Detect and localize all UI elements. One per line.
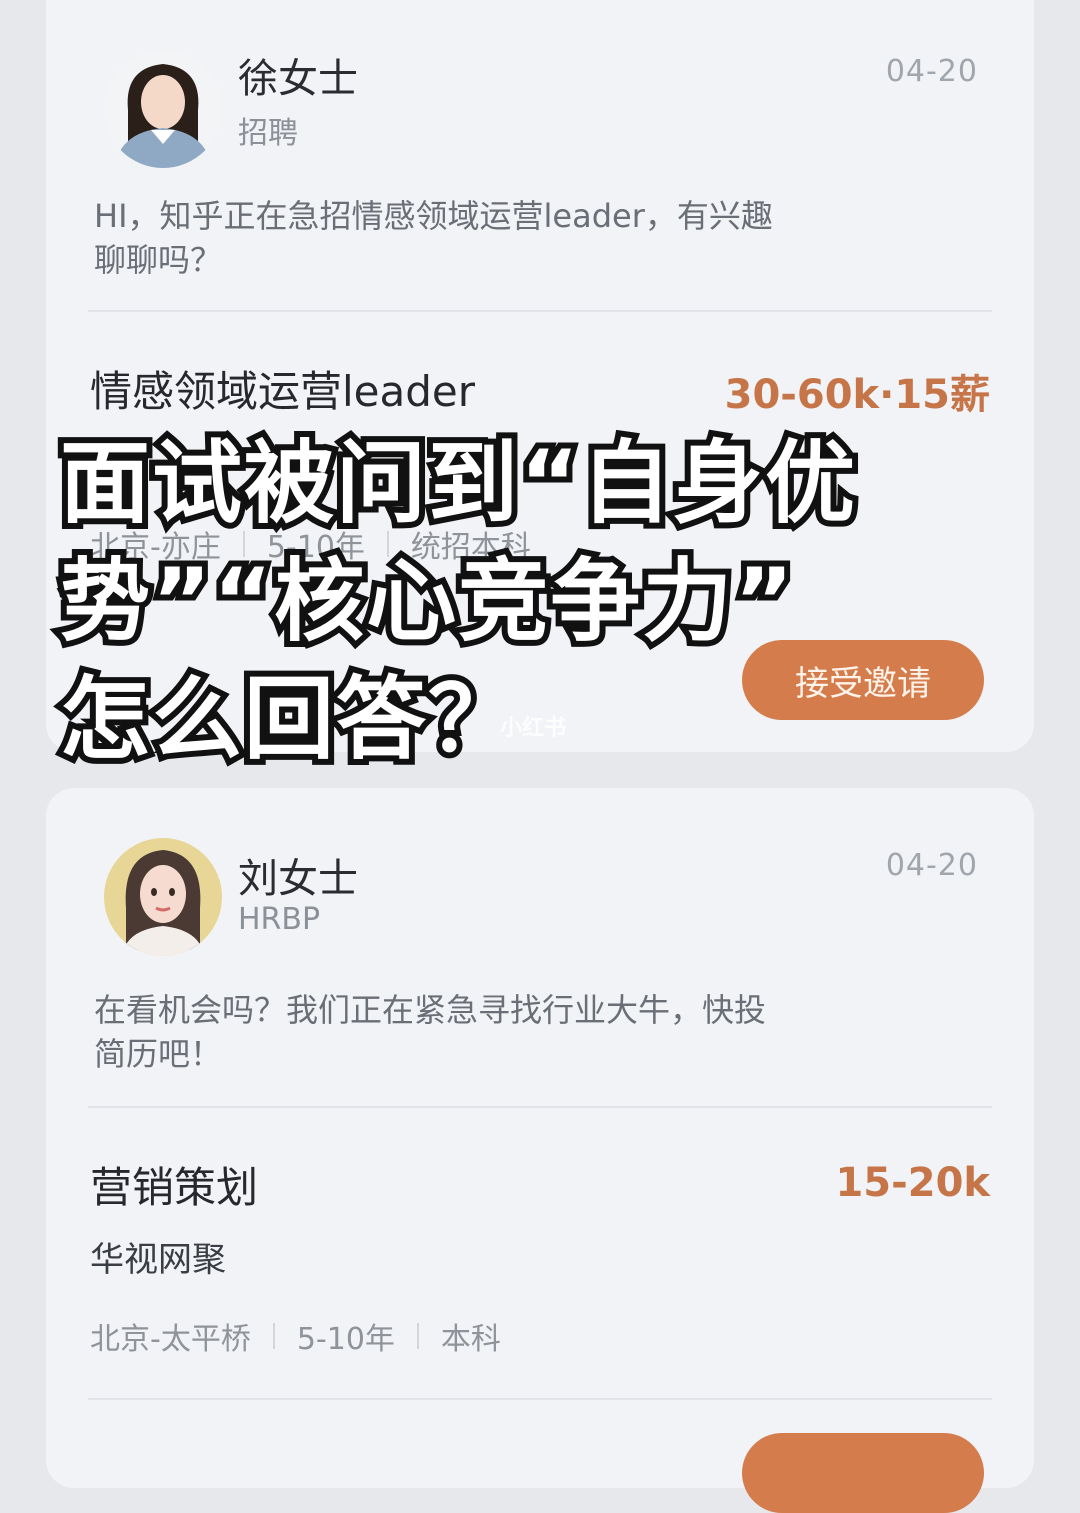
avatar-illustration-icon: [104, 838, 222, 956]
meta-separator: [416, 1323, 419, 1349]
job-education: 本科: [440, 1322, 501, 1357]
divider: [88, 310, 992, 312]
caption-line: 面试被问到“自身优: [54, 425, 861, 542]
invitation-message: 在看机会吗？我们正在紧急寻找行业大牛，快投 简历吧！: [94, 988, 874, 1076]
job-location: 北京-太平桥: [90, 1322, 251, 1357]
message-line: 聊聊吗？: [94, 241, 223, 279]
job-experience: 5-10年: [296, 1322, 395, 1357]
recruiter-role: 招聘: [238, 116, 298, 151]
job-meta: 北京-太平桥 5-10年 本科: [90, 1314, 501, 1358]
divider: [88, 1398, 992, 1400]
invitation-card-2[interactable]: 刘女士 HRBP 04-20 在看机会吗？我们正在紧急寻找行业大牛，快投 简历吧…: [46, 788, 1034, 1513]
company-name: 华视网聚: [90, 1240, 226, 1280]
message-date: 04-20: [885, 848, 978, 883]
recruiter-avatar[interactable]: [104, 50, 222, 168]
recruiter-name: 刘女士: [238, 856, 358, 902]
accept-invitation-button[interactable]: [742, 1433, 984, 1513]
avatar-photo-icon: [104, 50, 222, 168]
meta-separator: [272, 1323, 275, 1349]
salary: 15-20k: [835, 1160, 990, 1206]
recruiter-role: HRBP: [238, 902, 321, 937]
message-line: HI，知乎正在急招情感领域运营leader，有兴趣: [94, 197, 773, 235]
invitation-message: HI，知乎正在急招情感领域运营leader，有兴趣 聊聊吗？: [94, 194, 874, 282]
divider: [88, 1106, 992, 1108]
recruiter-name: 徐女士: [238, 56, 358, 102]
job-title[interactable]: 情感领域运营leader: [90, 358, 475, 419]
watermark: 小红书: [500, 716, 567, 741]
caption-line: 势”“核心竞争力”: [54, 543, 799, 660]
message-date: 04-20: [885, 54, 978, 89]
job-title[interactable]: 营销策划: [90, 1154, 258, 1215]
recruiter-avatar[interactable]: [104, 838, 222, 956]
salary: 30-60k·15薪: [724, 372, 990, 418]
message-line: 简历吧！: [94, 1035, 223, 1073]
message-line: 在看机会吗？我们正在紧急寻找行业大牛，快投: [94, 991, 767, 1029]
